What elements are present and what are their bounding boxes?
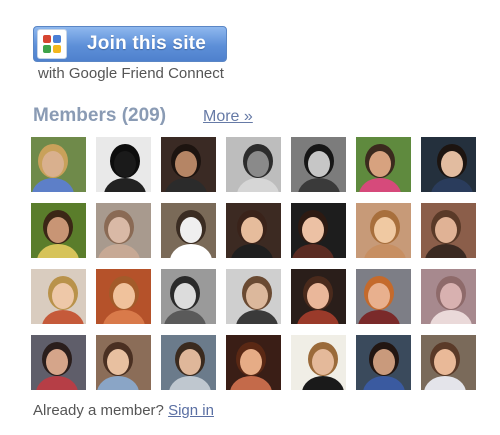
- member-photo[interactable]: [226, 269, 281, 324]
- member-photo[interactable]: [226, 335, 281, 390]
- member-photo-grid: [31, 137, 481, 392]
- members-heading: Members (209): [33, 105, 167, 126]
- member-photo[interactable]: [291, 335, 346, 390]
- member-photo[interactable]: [31, 203, 86, 258]
- member-photo[interactable]: [356, 203, 411, 258]
- member-photo[interactable]: [161, 335, 216, 390]
- member-photo[interactable]: [161, 137, 216, 192]
- member-photo[interactable]: [421, 269, 476, 324]
- join-this-site-button[interactable]: Join this site: [33, 26, 227, 62]
- member-photo[interactable]: [356, 137, 411, 192]
- join-button-label: Join this site: [87, 33, 206, 54]
- already-member-text: Already a member?: [33, 402, 164, 419]
- member-photo[interactable]: [226, 203, 281, 258]
- sign-in-prompt: Already a member? Sign in: [33, 402, 214, 419]
- member-photo[interactable]: [96, 137, 151, 192]
- member-photo[interactable]: [356, 335, 411, 390]
- sign-in-link[interactable]: Sign in: [168, 402, 214, 419]
- member-photo[interactable]: [421, 137, 476, 192]
- member-photo[interactable]: [291, 203, 346, 258]
- google-friend-connect-logo-icon: [37, 29, 67, 59]
- google-friend-connect-caption: with Google Friend Connect: [38, 65, 224, 82]
- member-photo[interactable]: [421, 335, 476, 390]
- member-photo[interactable]: [291, 269, 346, 324]
- member-photo[interactable]: [161, 203, 216, 258]
- member-photo[interactable]: [161, 269, 216, 324]
- member-photo[interactable]: [291, 137, 346, 192]
- member-photo[interactable]: [96, 335, 151, 390]
- member-photo[interactable]: [31, 269, 86, 324]
- member-photo[interactable]: [31, 335, 86, 390]
- member-photo[interactable]: [96, 203, 151, 258]
- member-photo[interactable]: [96, 269, 151, 324]
- member-photo[interactable]: [31, 137, 86, 192]
- member-photo[interactable]: [421, 203, 476, 258]
- more-members-link[interactable]: More »: [203, 108, 253, 126]
- member-photo[interactable]: [356, 269, 411, 324]
- member-photo[interactable]: [226, 137, 281, 192]
